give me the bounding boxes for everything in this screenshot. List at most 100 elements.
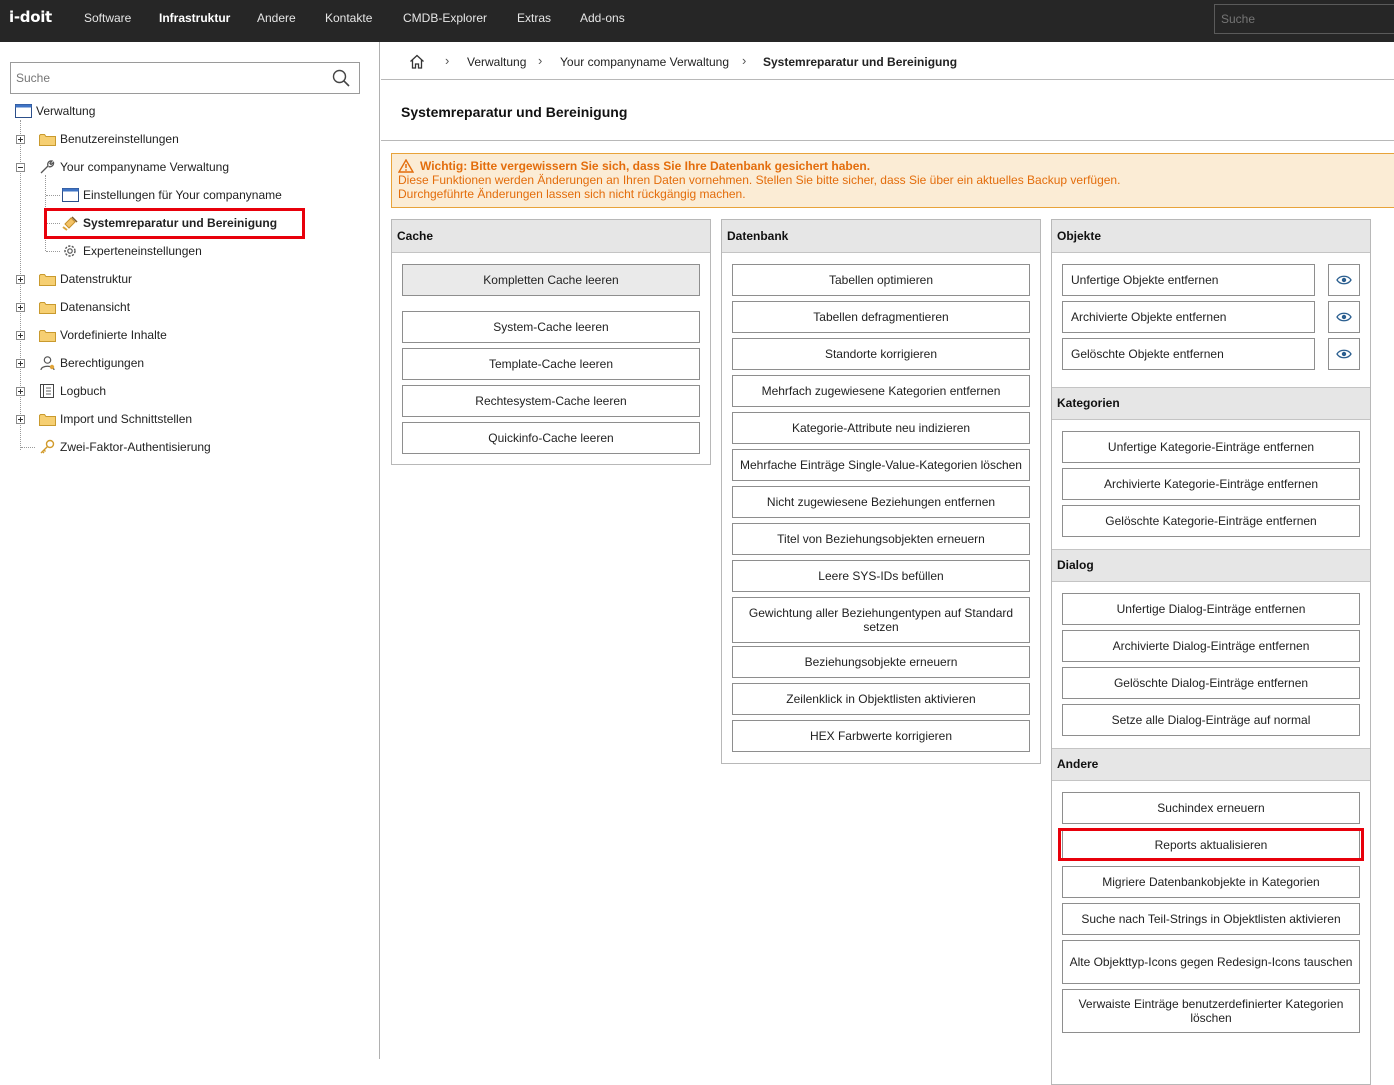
kompletten-cache-leeren-button[interactable]: Kompletten Cache leeren (402, 264, 700, 296)
eye-icon[interactable] (1328, 264, 1360, 296)
home-icon[interactable] (409, 54, 425, 69)
tree-search-box (10, 62, 360, 94)
beziehungen-entfernen-button[interactable]: Nicht zugewiesene Beziehungen entfernen (732, 486, 1030, 518)
breadcrumb-verwaltung[interactable]: Verwaltung (467, 55, 526, 69)
cache-panel: Cache Kompletten Cache leeren System-Cac… (391, 219, 711, 465)
tree-label: Import und Schnittstellen (60, 412, 193, 426)
objekttyp-icons-tauschen-button[interactable]: Alte Objekttyp-Icons gegen Redesign-Icon… (1062, 940, 1360, 984)
tree-item-experteneinstellungen[interactable]: Experteneinstellungen (61, 241, 202, 261)
folder-icon (38, 299, 56, 315)
tree-item-datenansicht[interactable]: Datenansicht (38, 297, 130, 317)
migriere-datenbankobjekte-button[interactable]: Migriere Datenbankobjekte in Kategorien (1062, 866, 1360, 898)
objekte-panel: Objekte Unfertige Objekte entfernen Arch… (1051, 219, 1371, 1085)
unfertige-kategorie-eintraege-button[interactable]: Unfertige Kategorie-Einträge entfernen (1062, 431, 1360, 463)
tabellen-defragmentieren-button[interactable]: Tabellen defragmentieren (732, 301, 1030, 333)
users-icon (38, 355, 56, 371)
tree-item-zwei-faktor[interactable]: Zwei-Faktor-Authentisierung (38, 437, 211, 457)
expand-icon[interactable] (16, 135, 25, 144)
search-icon[interactable] (332, 69, 350, 87)
unfertige-objekte-entfernen-button[interactable]: Unfertige Objekte entfernen (1062, 264, 1315, 296)
tree-root-verwaltung[interactable]: Verwaltung (14, 101, 95, 121)
single-value-eintraege-loeschen-button[interactable]: Mehrfache Einträge Single-Value-Kategori… (732, 449, 1030, 481)
tree-label: Vordefinierte Inhalte (60, 328, 167, 342)
rechtesystem-cache-leeren-button[interactable]: Rechtesystem-Cache leeren (402, 385, 700, 417)
i-doit-logo[interactable]: i-doit (9, 8, 52, 26)
mehrfach-kategorien-entfernen-button[interactable]: Mehrfach zugewiesene Kategorien entferne… (732, 375, 1030, 407)
tree-line (46, 195, 60, 196)
template-cache-leeren-button[interactable]: Template-Cache leeren (402, 348, 700, 380)
geloeschte-kategorie-eintraege-button[interactable]: Gelöschte Kategorie-Einträge entfernen (1062, 505, 1360, 537)
tree-item-einstellungen[interactable]: Einstellungen für Your companyname (61, 185, 282, 205)
nav-software[interactable]: Software (84, 11, 131, 25)
expand-icon[interactable] (16, 303, 25, 312)
beziehungsobjekte-erneuern-button[interactable]: Beziehungsobjekte erneuern (732, 646, 1030, 678)
archivierte-objekte-entfernen-button[interactable]: Archivierte Objekte entfernen (1062, 301, 1315, 333)
collapse-icon[interactable] (16, 163, 25, 172)
nav-infrastruktur[interactable]: Infrastruktur (159, 11, 230, 25)
kategorie-attribute-indizieren-button[interactable]: Kategorie-Attribute neu indizieren (732, 412, 1030, 444)
tree-item-berechtigungen[interactable]: Berechtigungen (38, 353, 144, 373)
warning-title: Wichtig: Bitte vergewissern Sie sich, da… (420, 159, 871, 173)
datenbank-panel: Datenbank Tabellen optimieren Tabellen d… (721, 219, 1041, 764)
archivierte-dialog-eintraege-button[interactable]: Archivierte Dialog-Einträge entfernen (1062, 630, 1360, 662)
chevron-right-icon: › (538, 53, 543, 68)
highlight-box (1058, 828, 1364, 861)
verwaiste-eintraege-loeschen-button[interactable]: Verwaiste Einträge benutzerdefinierter K… (1062, 989, 1360, 1033)
panel-title: Objekte (1052, 220, 1370, 253)
warning-text: Diese Funktionen werden Änderungen an Ih… (398, 173, 1121, 187)
folder-icon (38, 411, 56, 427)
gewichtung-standard-button[interactable]: Gewichtung aller Beziehungentypen auf St… (732, 597, 1030, 643)
folder-icon (38, 271, 56, 287)
nav-add-ons[interactable]: Add-ons (580, 11, 625, 25)
archivierte-kategorie-eintraege-button[interactable]: Archivierte Kategorie-Einträge entfernen (1062, 468, 1360, 500)
nav-extras[interactable]: Extras (517, 11, 551, 25)
tree-item-company-verwaltung[interactable]: Your companyname Verwaltung (38, 157, 229, 177)
tree-item-vordefinierte-inhalte[interactable]: Vordefinierte Inhalte (38, 325, 167, 345)
expand-icon[interactable] (16, 275, 25, 284)
breadcrumb-current: Systemreparatur und Bereinigung (763, 55, 958, 69)
teil-strings-suche-button[interactable]: Suche nach Teil-Strings in Objektlisten … (1062, 903, 1360, 935)
breadcrumb-company-verwaltung[interactable]: Your companyname Verwaltung (560, 55, 729, 69)
tree-search-input[interactable] (11, 63, 321, 93)
sys-ids-befuellen-button[interactable]: Leere SYS-IDs befüllen (732, 560, 1030, 592)
tree-item-logbuch[interactable]: Logbuch (38, 381, 106, 401)
beziehungstitel-erneuern-button[interactable]: Titel von Beziehungsobjekten erneuern (732, 523, 1030, 555)
main-content: › Verwaltung › Your companyname Verwaltu… (381, 42, 1394, 1085)
nav-kontakte[interactable]: Kontakte (325, 11, 372, 25)
expand-icon[interactable] (16, 359, 25, 368)
logbook-icon (38, 383, 56, 399)
zeilenklick-aktivieren-button[interactable]: Zeilenklick in Objektlisten aktivieren (732, 683, 1030, 715)
logo-text: i-doit (9, 8, 52, 26)
sidebar: Verwaltung Benutzereinstellungen Your co… (0, 42, 380, 1059)
panel-title: Cache (392, 220, 710, 253)
chevron-right-icon: › (445, 53, 450, 68)
suchindex-erneuern-button[interactable]: Suchindex erneuern (1062, 792, 1360, 824)
tabellen-optimieren-button[interactable]: Tabellen optimieren (732, 264, 1030, 296)
nav-cmdb-explorer[interactable]: CMDB-Explorer (403, 11, 487, 25)
window-icon (14, 103, 32, 119)
key-icon (38, 439, 56, 455)
tree-item-benutzereinstellungen[interactable]: Benutzereinstellungen (38, 129, 179, 149)
dialog-eintraege-normal-button[interactable]: Setze alle Dialog-Einträge auf normal (1062, 704, 1360, 736)
tree-label: Datenstruktur (60, 272, 133, 286)
panel-title: Datenbank (722, 220, 1040, 253)
unfertige-dialog-eintraege-button[interactable]: Unfertige Dialog-Einträge entfernen (1062, 593, 1360, 625)
quickinfo-cache-leeren-button[interactable]: Quickinfo-Cache leeren (402, 422, 700, 454)
dialog-section-title: Dialog (1052, 549, 1370, 582)
expand-icon[interactable] (16, 387, 25, 396)
nav-andere[interactable]: Andere (257, 11, 296, 25)
expand-icon[interactable] (16, 415, 25, 424)
eye-icon[interactable] (1328, 338, 1360, 370)
global-search-input[interactable] (1214, 4, 1394, 34)
folder-icon (38, 327, 56, 343)
system-cache-leeren-button[interactable]: System-Cache leeren (402, 311, 700, 343)
standorte-korrigieren-button[interactable]: Standorte korrigieren (732, 338, 1030, 370)
tree-label: Experteneinstellungen (83, 244, 202, 258)
geloeschte-dialog-eintraege-button[interactable]: Gelöschte Dialog-Einträge entfernen (1062, 667, 1360, 699)
geloeschte-objekte-entfernen-button[interactable]: Gelöschte Objekte entfernen (1062, 338, 1315, 370)
tree-item-import[interactable]: Import und Schnittstellen (38, 409, 192, 429)
hex-farbwerte-korrigieren-button[interactable]: HEX Farbwerte korrigieren (732, 720, 1030, 752)
eye-icon[interactable] (1328, 301, 1360, 333)
expand-icon[interactable] (16, 331, 25, 340)
tree-item-datenstruktur[interactable]: Datenstruktur (38, 269, 132, 289)
